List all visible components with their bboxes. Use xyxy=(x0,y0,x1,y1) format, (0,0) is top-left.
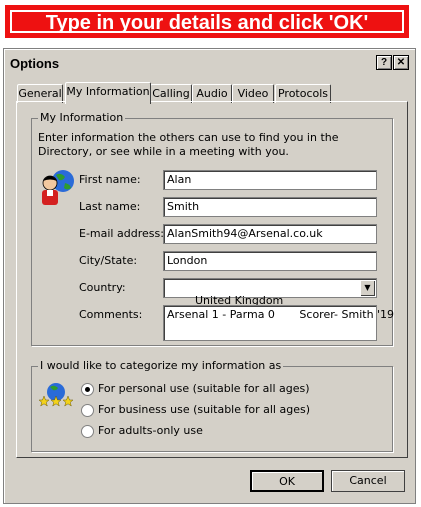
ok-button[interactable]: OK xyxy=(250,470,324,492)
email-label: E-mail address: xyxy=(79,227,164,240)
last-name-label: Last name: xyxy=(79,200,141,213)
personal-use-radio[interactable] xyxy=(81,383,94,396)
my-information-group: My Information Enter information the oth… xyxy=(31,111,394,346)
city-field[interactable]: London xyxy=(163,251,377,271)
person-globe-icon xyxy=(42,170,74,205)
country-label: Country: xyxy=(79,281,126,294)
adults-only-label[interactable]: For adults-only use xyxy=(98,424,203,437)
globe-stars-icon xyxy=(39,383,73,407)
options-dialog: Options ? ✕ General My Information Calli… xyxy=(3,48,416,504)
instruction-banner: Type in your details and click 'OK' xyxy=(5,5,409,38)
comments-label: Comments: xyxy=(79,308,143,321)
dialog-title: Options xyxy=(10,56,60,71)
first-name-field[interactable]: Alan xyxy=(163,170,377,190)
dropdown-arrow-icon[interactable]: ▼ xyxy=(360,280,375,296)
banner-text: Type in your details and click 'OK' xyxy=(45,12,369,34)
comments-field[interactable]: Arsenal 1 - Parma 0 Scorer- Smith '19 xyxy=(163,305,394,341)
business-use-label[interactable]: For business use (suitable for all ages) xyxy=(98,403,310,416)
email-field[interactable]: AlanSmith94@Arsenal.co.uk xyxy=(163,224,377,244)
help-button[interactable]: ? xyxy=(376,55,392,70)
categorize-group-label: I would like to categorize my informatio… xyxy=(38,359,284,372)
description-text: Enter information the others can use to … xyxy=(38,131,339,158)
personal-use-label[interactable]: For personal use (suitable for all ages) xyxy=(98,382,310,395)
last-name-field[interactable]: Smith xyxy=(163,197,377,217)
tab-panel: My Information Enter information the oth… xyxy=(16,101,408,458)
first-name-label: First name: xyxy=(79,173,141,186)
city-label: City/State: xyxy=(79,254,138,267)
tab-my-information[interactable]: My Information xyxy=(65,82,151,104)
adults-only-radio[interactable] xyxy=(81,425,94,438)
business-use-radio[interactable] xyxy=(81,404,94,417)
close-button[interactable]: ✕ xyxy=(393,55,409,70)
categorize-group: I would like to categorize my informatio… xyxy=(31,359,393,452)
cancel-button[interactable]: Cancel xyxy=(331,470,405,492)
my-information-group-label: My Information xyxy=(38,111,126,124)
country-select[interactable]: United Kingdom ▼ xyxy=(163,278,377,307)
